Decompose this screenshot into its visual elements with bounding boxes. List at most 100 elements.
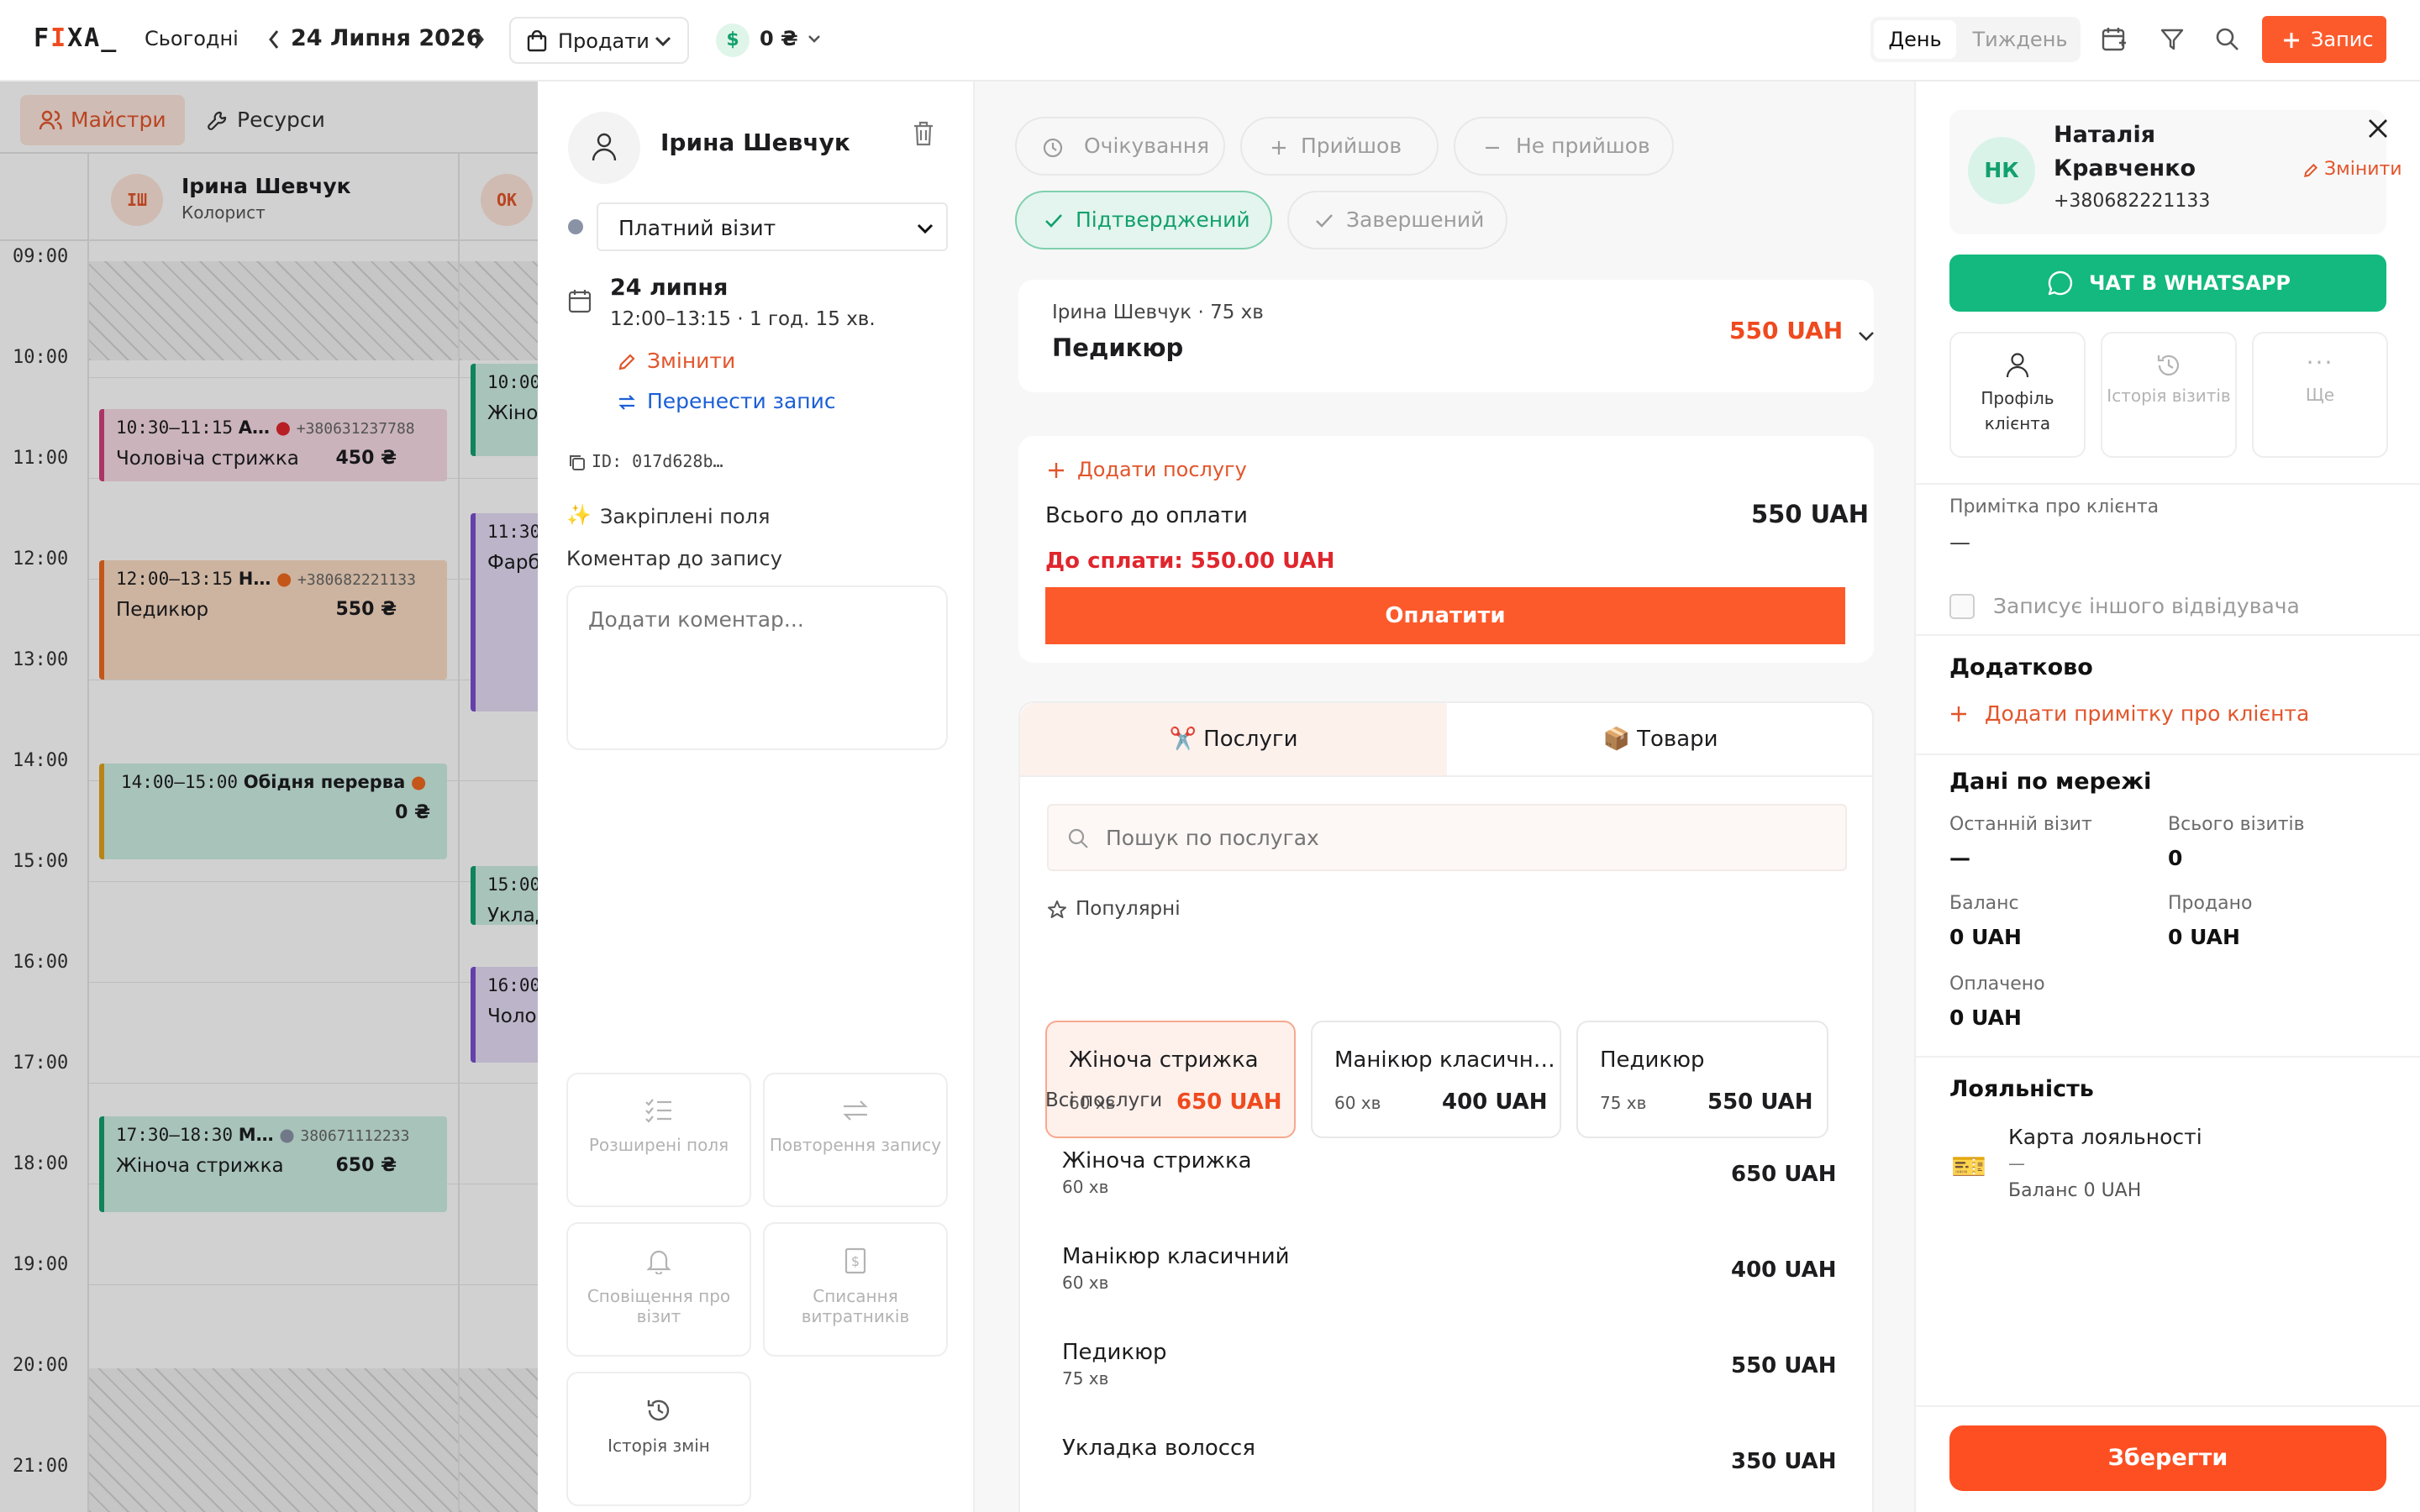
loyalty-title: Лояльність	[1949, 1076, 2094, 1102]
visit-history-button[interactable]: Історія візитів	[2101, 332, 2237, 458]
app-logo[interactable]: FIXA_	[34, 24, 118, 53]
loyalty-card-name[interactable]: Карта лояльності	[2008, 1125, 2202, 1149]
client-avatar: НК	[1968, 137, 2035, 204]
consumables-writeoff-button[interactable]: $ Списання витратників	[763, 1222, 948, 1357]
wrench-icon	[208, 111, 227, 130]
minus-icon	[1486, 146, 1499, 150]
visit-notifications-button[interactable]: Сповіщення про візит	[566, 1222, 751, 1357]
tab-resources[interactable]: Ресурси	[198, 95, 350, 145]
pay-button[interactable]: Оплатити	[1045, 587, 1845, 644]
status-not-arrived[interactable]: Не прийшов	[1454, 117, 1674, 176]
calendar-event[interactable]: 10:00 Жіно	[471, 364, 538, 456]
view-day-button[interactable]: День	[1874, 20, 1956, 59]
trash-icon[interactable]	[912, 120, 935, 147]
cash-amount[interactable]: 0 ₴	[760, 27, 798, 50]
chevron-right-icon[interactable]	[472, 29, 486, 50]
search-icon[interactable]	[2215, 27, 2240, 52]
service-list-item[interactable]: Укладка волосся	[1062, 1436, 1255, 1461]
visit-type-select[interactable]: Платний візит	[597, 202, 948, 251]
hour-label: 13:00	[13, 649, 69, 670]
close-icon[interactable]	[2366, 117, 2390, 140]
popular-service-chip[interactable]: Манікюр класичн… 60 хв 400 UAH	[1311, 1021, 1561, 1138]
current-date: 24 Липня 2026	[291, 25, 482, 51]
calendar-tabs: Майстри Ресурси	[0, 81, 538, 154]
service-list-price: 400 UAH	[1731, 1257, 1837, 1283]
status-completed[interactable]: Завершений	[1287, 191, 1507, 249]
master-avatar[interactable]	[568, 112, 640, 184]
status-confirmed[interactable]: Підтверджений	[1015, 191, 1272, 249]
hour-label: 10:00	[13, 347, 69, 368]
users-icon	[39, 110, 62, 130]
service-search[interactable]	[1047, 804, 1847, 871]
popular-service-chip[interactable]: Педикюр 75 хв 550 UAH	[1576, 1021, 1828, 1138]
client-surname[interactable]: Кравченко	[2054, 155, 2196, 181]
hour-label: 18:00	[13, 1153, 69, 1174]
master-avatar: ОК	[481, 174, 533, 226]
whatsapp-chat-button[interactable]: ЧАТ В WHATSAPP	[1949, 255, 2386, 312]
extended-fields-button[interactable]: Розширені поля	[566, 1073, 751, 1207]
move-record-link[interactable]: Перенести запис	[647, 389, 836, 413]
calendar-event-selected[interactable]: 12:00–13:15 Н… ● +380682221133 Педикюр 5…	[99, 560, 447, 680]
chevron-down-icon[interactable]	[807, 34, 822, 44]
calendar-event-break[interactable]: 14:00–15:00 Обідня перерва ● 0 ₴	[99, 764, 447, 859]
service-list-item[interactable]: Педикюр 75 хв	[1062, 1340, 1167, 1389]
tab-services[interactable]: ✂️ Послуги	[1020, 703, 1447, 775]
hour-label: 11:00	[13, 448, 69, 469]
loyalty-balance: Баланс 0 UAH	[2008, 1180, 2142, 1201]
change-time-link[interactable]: Змінити	[647, 349, 735, 373]
add-service-link[interactable]: Додати послугу	[1077, 458, 1247, 481]
service-card[interactable]: Ірина Шевчук · 75 хв Педикюр 550 UAH	[1018, 280, 1874, 392]
calendar-event[interactable]: 11:30 Фарб	[471, 513, 538, 711]
sell-dropdown[interactable]: Продати	[509, 17, 689, 64]
hour-label: 19:00	[13, 1254, 69, 1275]
copy-icon[interactable]	[568, 454, 587, 472]
more-button[interactable]: ··· Ще	[2252, 332, 2388, 458]
calendar-event[interactable]: 17:30–18:30 М… ● 380671112233 Жіноча стр…	[99, 1116, 447, 1212]
appointment-date: 24 липня	[610, 275, 729, 301]
amount-due: До сплати: 550.00 UAH	[1045, 549, 1335, 574]
calendar-event[interactable]: 16:00 Чоло	[471, 967, 538, 1063]
comment-input[interactable]	[566, 585, 948, 750]
bell-icon	[646, 1250, 671, 1274]
new-record-button[interactable]: Запис	[2262, 16, 2386, 63]
visit-type-value: Платний візит	[618, 216, 776, 240]
visit-details-panel: Очікування Прийшов Не прийшов Підтвердже…	[975, 81, 1914, 1512]
client-profile-button[interactable]: Профіль клієнта	[1949, 332, 2086, 458]
repeat-record-button[interactable]: Повторення запису	[763, 1073, 948, 1207]
filter-icon[interactable]	[2160, 27, 2185, 52]
pinned-fields[interactable]: Закріплені поля	[600, 505, 770, 528]
bag-icon	[527, 30, 547, 52]
service-search-input[interactable]	[1106, 821, 1828, 854]
pencil-icon	[2304, 163, 2318, 177]
extra-title: Додатково	[1949, 654, 2093, 680]
master-role: Колорист	[182, 202, 266, 223]
view-week-button[interactable]: Тиждень	[1963, 20, 2077, 59]
tab-goods[interactable]: 📦 Товари	[1447, 703, 1874, 775]
calendar-event[interactable]: 10:30–11:15 А… ● +380631237788 Чоловіча …	[99, 409, 447, 481]
other-visitor-checkbox[interactable]	[1949, 594, 1975, 619]
balance-value: 0 UAH	[1949, 925, 2022, 949]
service-list-item[interactable]: Жіноча стрижка 60 хв	[1062, 1148, 1252, 1197]
change-history-button[interactable]: Історія змін	[566, 1372, 751, 1506]
service-list-item[interactable]: Манікюр класичний 60 хв	[1062, 1244, 1290, 1293]
ticket-icon: 🎫	[1951, 1150, 1987, 1184]
calendar-add-icon[interactable]	[2101, 26, 2128, 53]
save-button[interactable]: Зберегти	[1949, 1425, 2386, 1491]
change-client-link[interactable]: Змінити	[2324, 159, 2402, 180]
chevron-down-icon[interactable]	[1857, 330, 1876, 342]
receipt-icon: $	[844, 1247, 866, 1274]
popular-service-chip[interactable]: Жіноча стрижка 60 хв 650 UAH	[1045, 1021, 1296, 1138]
client-name[interactable]: Наталія	[2054, 122, 2155, 148]
closed-hours	[460, 1368, 538, 1512]
status-waiting[interactable]: Очікування	[1015, 117, 1225, 176]
appointment-master[interactable]: Ірина Шевчук	[660, 129, 850, 156]
popular-title: Популярні	[1076, 898, 1181, 920]
status-arrived[interactable]: Прийшов	[1240, 117, 1439, 176]
user-icon	[2006, 353, 2029, 378]
calendar-event[interactable]: 15:00Уклад	[471, 866, 538, 925]
add-client-note-link[interactable]: Додати примітку про клієнта	[1985, 701, 2309, 726]
chevron-left-icon[interactable]	[267, 29, 281, 50]
tab-masters[interactable]: Майстри	[20, 95, 185, 145]
top-bar: FIXA_ Сьогодні 24 Липня 2026 Продати $ 0…	[0, 0, 2420, 81]
today-button[interactable]: Сьогодні	[145, 27, 239, 50]
